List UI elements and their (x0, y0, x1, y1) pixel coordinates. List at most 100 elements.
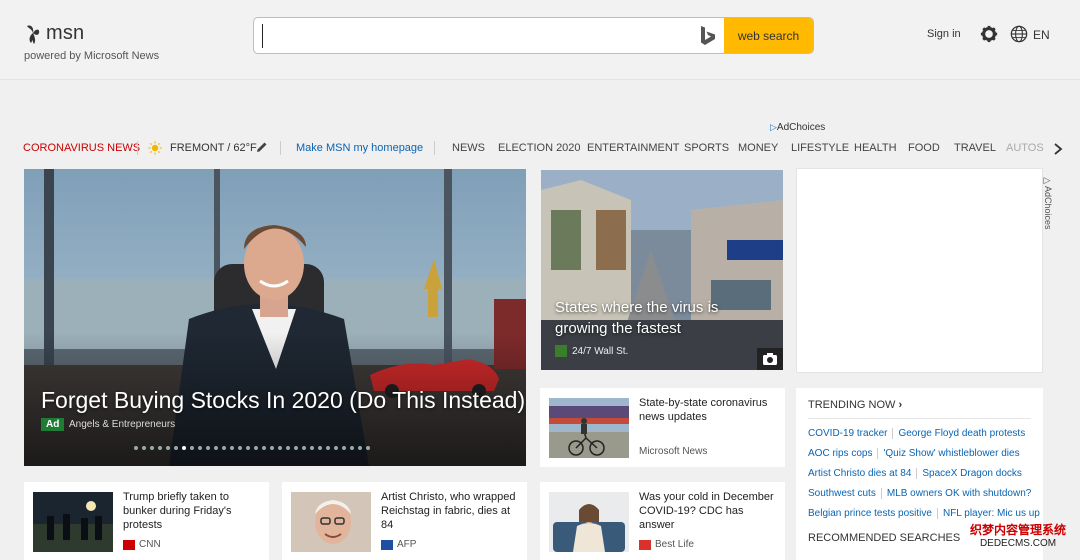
language-selector[interactable]: EN (1033, 28, 1050, 42)
adchoices-link[interactable]: ▷AdChoices (770, 122, 825, 133)
carousel-dot[interactable] (158, 446, 162, 450)
news-headline[interactable]: Trump briefly taken to bunker during Fri… (123, 490, 263, 532)
carousel-dot[interactable] (134, 446, 138, 450)
carousel-dot[interactable] (230, 446, 234, 450)
trending-link[interactable]: MLB owners OK with shutdown? (887, 488, 1032, 499)
chevron-right-icon: › (898, 399, 903, 411)
trending-link[interactable]: 'Quiz Show' whistleblower dies (883, 448, 1019, 459)
divider (137, 141, 138, 155)
carousel-dot[interactable] (286, 446, 290, 450)
nav-entertainment[interactable]: ENTERTAINMENT (587, 142, 680, 154)
nav-money[interactable]: MONEY (738, 142, 778, 154)
recommended-searches-heading: RECOMMENDED SEARCHES (808, 532, 961, 544)
nav-health[interactable]: HEALTH (854, 142, 897, 154)
nav-lifestyle[interactable]: LIFESTYLE (791, 142, 849, 154)
camera-icon (757, 348, 783, 370)
news-thumbnail (291, 492, 371, 552)
chevron-right-icon[interactable] (1053, 143, 1063, 155)
pencil-icon[interactable] (256, 141, 268, 153)
search-bar: web search (253, 17, 814, 54)
trending-link[interactable]: COVID-19 tracker (808, 428, 887, 439)
nav-autos[interactable]: AUTOS (1006, 142, 1044, 154)
gear-icon[interactable] (980, 25, 998, 43)
trending-link[interactable]: Artist Christo dies at 84 (808, 468, 911, 479)
carousel-dot[interactable] (326, 446, 330, 450)
carousel-dot[interactable] (278, 446, 282, 450)
news-source: AFP (381, 539, 416, 550)
top-nav: CORONAVIRUS NEWS FREMONT / 62°F Make MSN… (0, 137, 1080, 159)
nav-food[interactable]: FOOD (908, 142, 940, 154)
trending-link[interactable]: SpaceX Dragon docks (922, 468, 1022, 479)
news-card[interactable]: Was your cold in December COVID-19? CDC … (540, 482, 785, 560)
carousel-dot[interactable] (222, 446, 226, 450)
carousel-dot[interactable] (174, 446, 178, 450)
carousel-dot[interactable] (262, 446, 266, 450)
adchoices-side-link[interactable]: ▷AdChoices (1043, 176, 1053, 230)
carousel-dot[interactable] (190, 446, 194, 450)
carousel-dot[interactable] (334, 446, 338, 450)
divider (434, 141, 435, 155)
divider (880, 488, 882, 499)
search-input[interactable] (262, 24, 682, 48)
carousel-dot[interactable] (366, 446, 370, 450)
carousel-dot[interactable] (238, 446, 242, 450)
news-source-label: CNN (139, 539, 161, 550)
carousel-dot[interactable] (318, 446, 322, 450)
news-card[interactable]: Artist Christo, who wrapped Reichstag in… (282, 482, 527, 560)
trending-heading[interactable]: TRENDING NOW › (808, 399, 902, 411)
news-source-label: Microsoft News (639, 446, 708, 457)
carousel-dot[interactable] (294, 446, 298, 450)
carousel-dot[interactable] (270, 446, 274, 450)
news-headline[interactable]: Artist Christo, who wrapped Reichstag in… (381, 490, 521, 532)
web-search-button[interactable]: web search (724, 18, 813, 53)
carousel-dot[interactable] (358, 446, 362, 450)
feature-story[interactable]: States where the virus is growing the fa… (541, 170, 783, 370)
news-card[interactable]: Trump briefly taken to bunker during Fri… (24, 482, 269, 560)
adchoices-side-label: AdChoices (1043, 186, 1053, 230)
carousel-dot[interactable] (310, 446, 314, 450)
trending-link[interactable]: AOC rips cops (808, 448, 872, 459)
news-headline[interactable]: Was your cold in December COVID-19? CDC … (639, 490, 779, 532)
carousel-dot[interactable] (302, 446, 306, 450)
news-thumbnail (549, 492, 629, 552)
msn-logo[interactable]: msn (24, 22, 84, 45)
trending-row: Southwest cuts MLB owners OK with shutdow… (808, 488, 1031, 499)
trending-link[interactable]: Belgian prince tests positive (808, 508, 932, 519)
adchoices-icon: ▷ (770, 122, 777, 132)
carousel-dot[interactable] (142, 446, 146, 450)
nav-election-2020[interactable]: ELECTION 2020 (498, 142, 581, 154)
carousel-dot[interactable] (214, 446, 218, 450)
carousel-dot[interactable] (246, 446, 250, 450)
carousel-dots[interactable] (134, 446, 370, 450)
hero-story[interactable]: Forget Buying Stocks In 2020 (Do This In… (24, 169, 526, 466)
carousel-dot[interactable] (254, 446, 258, 450)
adchoices-icon: ▷ (1043, 176, 1053, 186)
globe-icon[interactable] (1010, 25, 1028, 43)
ad-placeholder[interactable] (796, 168, 1043, 373)
sign-in-link[interactable]: Sign in (927, 28, 961, 40)
news-headline[interactable]: State-by-state coronavirus news updates (639, 396, 779, 424)
cnn-logo-icon (123, 539, 135, 550)
nav-travel[interactable]: TRAVEL (954, 142, 996, 154)
carousel-dot[interactable] (198, 446, 202, 450)
news-card[interactable]: State-by-state coronavirus news updates … (540, 388, 785, 467)
make-homepage-link[interactable]: Make MSN my homepage (296, 142, 423, 154)
weather-location[interactable]: FREMONT / 62°F (170, 142, 257, 154)
coronavirus-news-link[interactable]: CORONAVIRUS NEWS (23, 142, 140, 154)
news-source: CNN (123, 539, 161, 550)
nav-sports[interactable]: SPORTS (684, 142, 729, 154)
trending-link[interactable]: Southwest cuts (808, 488, 876, 499)
nav-news[interactable]: NEWS (452, 142, 485, 154)
feature-headline[interactable]: States where the virus is growing the fa… (555, 297, 755, 339)
watermark: 织梦内容管理系统 DEDECMS.COM (970, 523, 1066, 551)
trending-link[interactable]: George Floyd death protests (898, 428, 1025, 439)
carousel-dot[interactable] (350, 446, 354, 450)
carousel-dot[interactable] (182, 446, 186, 450)
trending-row: AOC rips cops 'Quiz Show' whistleblower d… (808, 448, 1020, 459)
trending-link[interactable]: NFL player: Mic us up (943, 508, 1040, 519)
carousel-dot[interactable] (150, 446, 154, 450)
carousel-dot[interactable] (206, 446, 210, 450)
hero-headline[interactable]: Forget Buying Stocks In 2020 (Do This In… (41, 387, 525, 414)
carousel-dot[interactable] (166, 446, 170, 450)
carousel-dot[interactable] (342, 446, 346, 450)
